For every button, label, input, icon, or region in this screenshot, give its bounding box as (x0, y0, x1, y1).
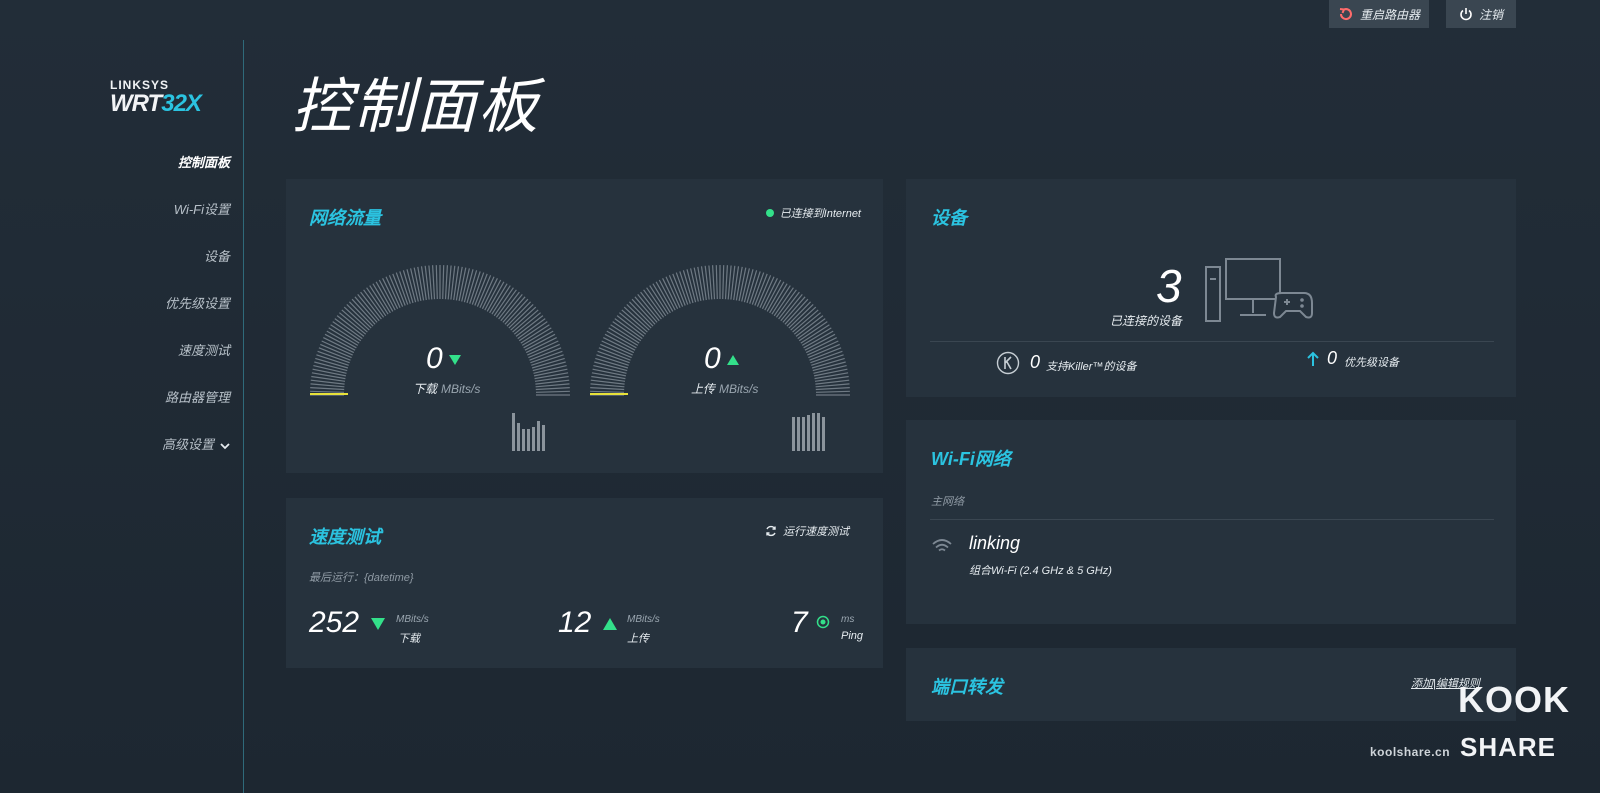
last-run-text: 最后运行：{datetime} (309, 572, 414, 584)
gauge-tick (815, 390, 850, 393)
gauge-tick (590, 383, 625, 388)
gauge-tick (815, 383, 850, 388)
download-value: 0 (426, 342, 461, 376)
gauge-tick (310, 383, 345, 388)
gauge-tick (535, 383, 570, 388)
nav-item-dashboard[interactable]: 控制面板 (162, 152, 230, 199)
device-count-label: 已连接的设备 (1110, 314, 1183, 328)
gauge-tick (435, 265, 438, 300)
logout-button[interactable]: 注销 (1446, 0, 1516, 28)
gauge-tick (715, 265, 718, 300)
upload-value: 0 (704, 342, 739, 376)
sidebar-nav: 控制面板 Wi-Fi设置 设备 优先级设置 速度测试 路由器管理 高级设置 (162, 152, 230, 481)
device-count: 3 (1156, 260, 1182, 312)
nav-item-router-admin[interactable]: 路由器管理 (162, 387, 230, 434)
logout-label: 注销 (1478, 7, 1503, 22)
chevron-down-icon (220, 442, 230, 449)
gauge-tick (590, 390, 625, 393)
connection-status: 已连接到Internet (765, 205, 861, 221)
devices-card: 设备 3 已连接的设备 0 支持Killer™的设备 0 优先级设备 (906, 179, 1516, 397)
download-history-bars (512, 413, 545, 451)
wifi-section-label: 主网络 (931, 496, 964, 508)
priority-label: 优先级设备 (1344, 357, 1399, 369)
gauge-tick (712, 265, 716, 300)
watermark-brand-top: KOOK (1458, 679, 1570, 720)
port-forwarding-title: 端口转发 (931, 677, 1003, 697)
gauge-tick (432, 265, 436, 300)
port-forwarding-card: 端口转发 添加|编辑规则 (906, 648, 1516, 721)
up-arrow-icon (726, 355, 739, 366)
killer-label: 支持Killer™的设备 (1046, 361, 1137, 373)
reboot-router-button[interactable]: 重启路由器 (1329, 0, 1429, 28)
refresh-icon (766, 525, 776, 537)
upload-history-bars (792, 413, 825, 451)
status-dot-icon (765, 209, 774, 217)
run-speed-test-button[interactable]: 运行速度测试 (765, 523, 849, 539)
wifi-ssid: linking (969, 533, 1021, 553)
gauge-tick (442, 265, 445, 300)
nav-item-wifi-settings[interactable]: Wi-Fi设置 (162, 199, 230, 246)
nav-item-advanced[interactable]: 高级设置 (162, 434, 230, 481)
gauge-tick (815, 387, 850, 391)
devices-divider (930, 341, 1494, 342)
linksys-logo: LINKSYS WRT32X (110, 78, 202, 117)
gauge-tick (428, 265, 433, 300)
upload-label: 上传 MBits/s (691, 382, 759, 396)
network-traffic-card: 网络流量 已连接到Internet 0 下载 MBits/s 0 上传 MBits/… (286, 179, 883, 473)
nav-item-speed-test[interactable]: 速度测试 (162, 340, 230, 387)
wifi-title: Wi-Fi网络 (931, 449, 1011, 469)
speed-test-card: 速度测试 运行速度测试 最后运行：{datetime} 252 MBits/s … (286, 498, 883, 668)
gauge-tick (535, 387, 570, 391)
wifi-network-card: Wi-Fi网络 主网络 linking 组合Wi-Fi (2.4 GHz & 5… (906, 420, 1516, 624)
gauge-tick (535, 390, 570, 393)
gauge-tick (724, 265, 728, 300)
speed-download-value: 252 (309, 606, 386, 640)
speed-upload-unit: MBits/s (627, 614, 660, 625)
reboot-router-label: 重启路由器 (1359, 7, 1420, 22)
power-icon (1460, 8, 1472, 21)
wifi-desc: 组合Wi-Fi (2.4 GHz & 5 GHz) (969, 565, 1112, 577)
priority-count: 0 (1327, 348, 1338, 368)
download-gauge (310, 265, 570, 396)
ping-unit: ms (841, 614, 855, 625)
wifi-icon (932, 539, 952, 552)
page-title: 控制面板 (292, 73, 540, 140)
reboot-icon (1339, 8, 1352, 21)
up-arrow-icon (603, 618, 618, 631)
computer-gamepad-icon (1205, 258, 1313, 322)
gauge-tick (708, 265, 713, 300)
upload-gauge (590, 265, 850, 396)
watermark-brand-bottom: SHARE (1460, 732, 1557, 762)
priority-arrow-icon (1307, 351, 1319, 366)
download-label: 下载 MBits/s (413, 382, 481, 396)
nav-item-priority[interactable]: 优先级设置 (162, 293, 230, 340)
wifi-divider (930, 519, 1494, 520)
ping-label: Ping (841, 630, 864, 642)
gauge-tick (590, 387, 625, 391)
watermark-site: koolshare.cn (1370, 745, 1451, 759)
nav-item-devices[interactable]: 设备 (162, 246, 230, 293)
down-arrow-icon (371, 618, 386, 631)
ping-icon (816, 615, 830, 629)
network-traffic-title: 网络流量 (309, 208, 381, 228)
gauge-tick (310, 390, 345, 393)
speed-test-title: 速度测试 (309, 527, 381, 547)
speed-download-unit: MBits/s (396, 614, 429, 625)
gauge-tick (722, 265, 725, 300)
gauge-tick (444, 265, 448, 300)
speed-download-label: 下载 (398, 633, 420, 645)
gauge-tick (310, 387, 345, 391)
gauge-tick (727, 265, 732, 300)
speed-upload-value: 12 (558, 606, 618, 640)
down-arrow-icon (448, 355, 461, 366)
sidebar-divider (243, 40, 244, 793)
speed-upload-label: 上传 (627, 633, 649, 645)
devices-title: 设备 (931, 208, 967, 228)
gauge-tick (447, 265, 452, 300)
killer-icon (996, 351, 1020, 375)
ping-value: 7 (791, 606, 808, 639)
killer-count: 0 (1030, 352, 1041, 372)
